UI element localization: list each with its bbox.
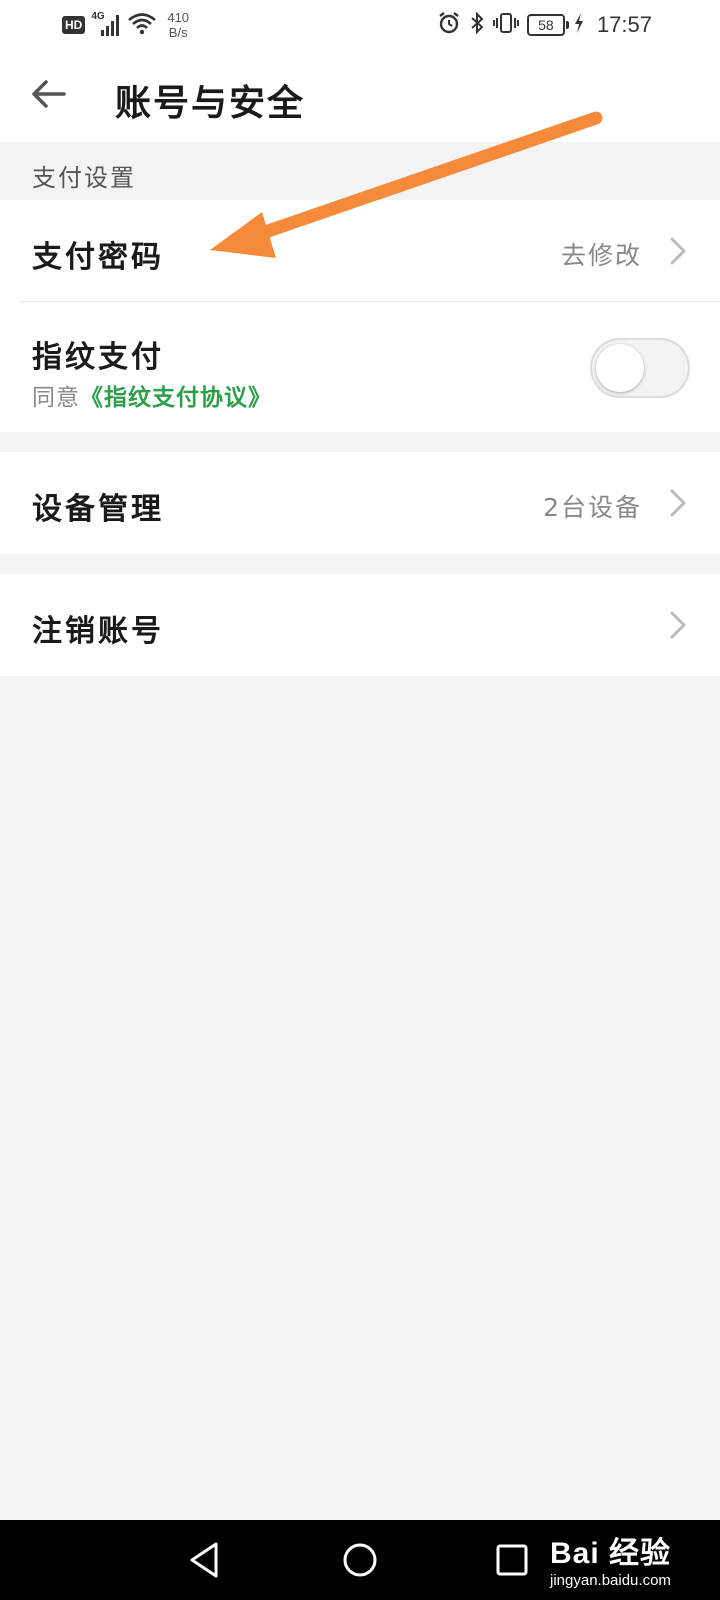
watermark-url: jingyan.baidu.com <box>550 1572 671 1589</box>
device-count: 2台设备 <box>543 493 642 522</box>
device-group: 设备管理 2台设备 <box>0 452 720 554</box>
cancel-account-row[interactable]: 注销账号 <box>0 574 720 676</box>
fingerprint-pay-title: 指纹支付 <box>32 340 164 375</box>
agree-prefix: 同意 <box>32 385 80 411</box>
watermark-brand: Bai 经验 <box>550 1537 672 1570</box>
chevron-right-icon <box>670 237 686 265</box>
pay-password-title: 支付密码 <box>32 240 164 275</box>
nav-recents-icon[interactable] <box>490 1538 534 1582</box>
alarm-icon <box>437 11 461 39</box>
baidu-jingyan-watermark: Bai 经验 jingyan.baidu.com <box>550 1528 720 1594</box>
bluetooth-icon <box>469 11 485 39</box>
network-type: 4G <box>91 11 105 22</box>
chevron-right-icon <box>670 611 686 639</box>
fingerprint-agreement-link[interactable]: 《指纹支付协议》 <box>80 385 272 411</box>
device-management-row[interactable]: 设备管理 2台设备 <box>0 452 720 554</box>
page-title: 账号与安全 <box>115 83 306 124</box>
cellular-signal-icon: 4G <box>91 12 121 38</box>
speed-unit: B/s <box>168 25 188 40</box>
section-label-payment: 支付设置 <box>32 164 136 192</box>
cancel-account-group: 注销账号 <box>0 574 720 676</box>
pay-password-row[interactable]: 支付密码 去修改 <box>0 200 720 302</box>
nav-home-icon[interactable] <box>338 1538 382 1582</box>
hd-badge: HD <box>62 16 86 34</box>
speed-value: 410 <box>167 10 190 25</box>
chevron-right-icon <box>670 489 686 517</box>
charging-icon <box>573 12 585 38</box>
arrow-left-icon <box>32 80 66 108</box>
app-header: 账号与安全 <box>0 50 720 142</box>
status-right: 58 17:57 <box>437 8 652 42</box>
clock: 17:57 <box>596 12 652 37</box>
status-bar: HD 4G 410 B/s 58 17:57 <box>0 0 720 50</box>
nav-back-icon[interactable] <box>184 1538 228 1582</box>
fingerprint-pay-toggle[interactable] <box>590 338 690 398</box>
status-left: HD 4G 410 B/s <box>62 8 189 42</box>
wifi-icon <box>127 11 157 39</box>
system-nav-bar: Bai 经验 jingyan.baidu.com <box>0 1520 720 1600</box>
fingerprint-pay-row: 指纹支付 同意《指纹支付协议》 <box>0 302 720 432</box>
network-speed: 410 B/s <box>167 10 189 40</box>
screen: HD 4G 410 B/s 58 17:57 账号与安全 支付设置 支付密码 去… <box>0 0 720 1600</box>
vibrate-icon <box>492 11 519 39</box>
back-button[interactable] <box>26 72 70 116</box>
battery-indicator: 58 <box>526 14 569 36</box>
fingerprint-agreement-text: 同意《指纹支付协议》 <box>32 378 272 412</box>
pay-password-value: 去修改 <box>560 241 642 270</box>
payment-settings-group: 支付密码 去修改 指纹支付 同意《指纹支付协议》 <box>0 200 720 432</box>
device-management-title: 设备管理 <box>32 492 164 527</box>
cancel-account-title: 注销账号 <box>32 614 164 649</box>
toggle-knob <box>596 344 644 392</box>
